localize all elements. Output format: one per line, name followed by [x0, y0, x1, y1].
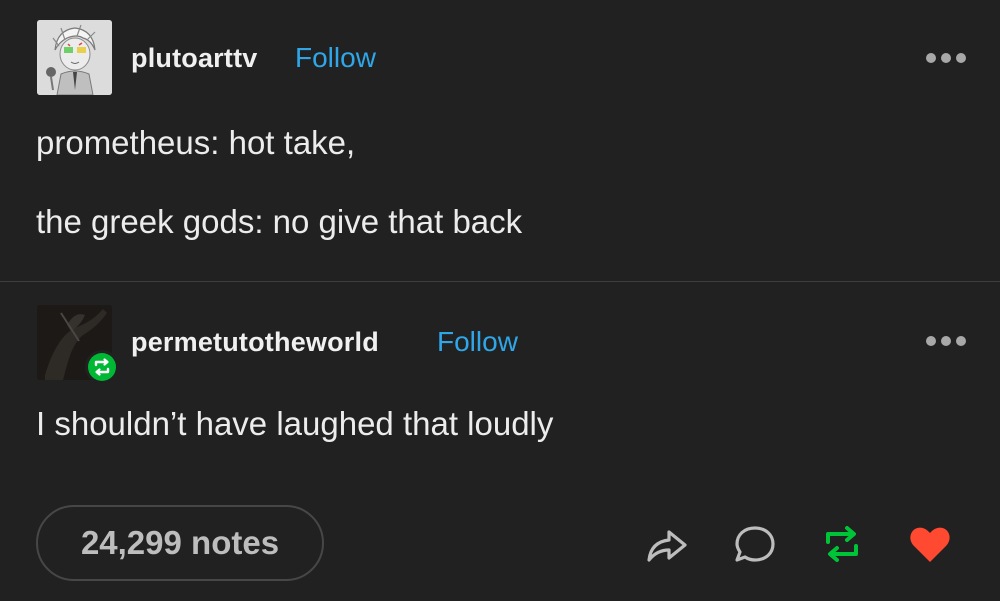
more-options-icon[interactable] [924, 334, 968, 348]
notes-count-button[interactable]: 24,299 notes [36, 505, 324, 581]
reply-bubble-icon[interactable] [731, 520, 779, 568]
more-options-icon[interactable] [924, 51, 968, 65]
tumblr-post: plutoarttv Follow prometheus: hot take, … [0, 0, 1000, 601]
reblog-comment: I shouldn’t have laughed that loudly [36, 405, 554, 442]
username-original[interactable]: plutoarttv [131, 43, 258, 74]
username-reblogger[interactable]: permetutotheworld [131, 327, 379, 358]
follow-button-original[interactable]: Follow [295, 42, 376, 74]
post-line: prometheus: hot take, [36, 124, 356, 161]
original-post: plutoarttv Follow prometheus: hot take, … [0, 0, 1000, 281]
reblog-icon[interactable] [818, 520, 866, 568]
reblog-badge [85, 350, 119, 384]
sketch-avatar-image [37, 20, 112, 95]
reblog-badge-icon [88, 353, 116, 381]
share-arrow-icon[interactable] [643, 520, 691, 568]
reblog-post: permetutotheworld Follow I shouldn’t hav… [0, 282, 1000, 482]
heart-icon[interactable] [906, 520, 954, 568]
post-line: the greek gods: no give that back [36, 203, 523, 240]
follow-button-reblogger[interactable]: Follow [437, 326, 518, 358]
avatar-plutoarttv[interactable] [37, 20, 112, 95]
